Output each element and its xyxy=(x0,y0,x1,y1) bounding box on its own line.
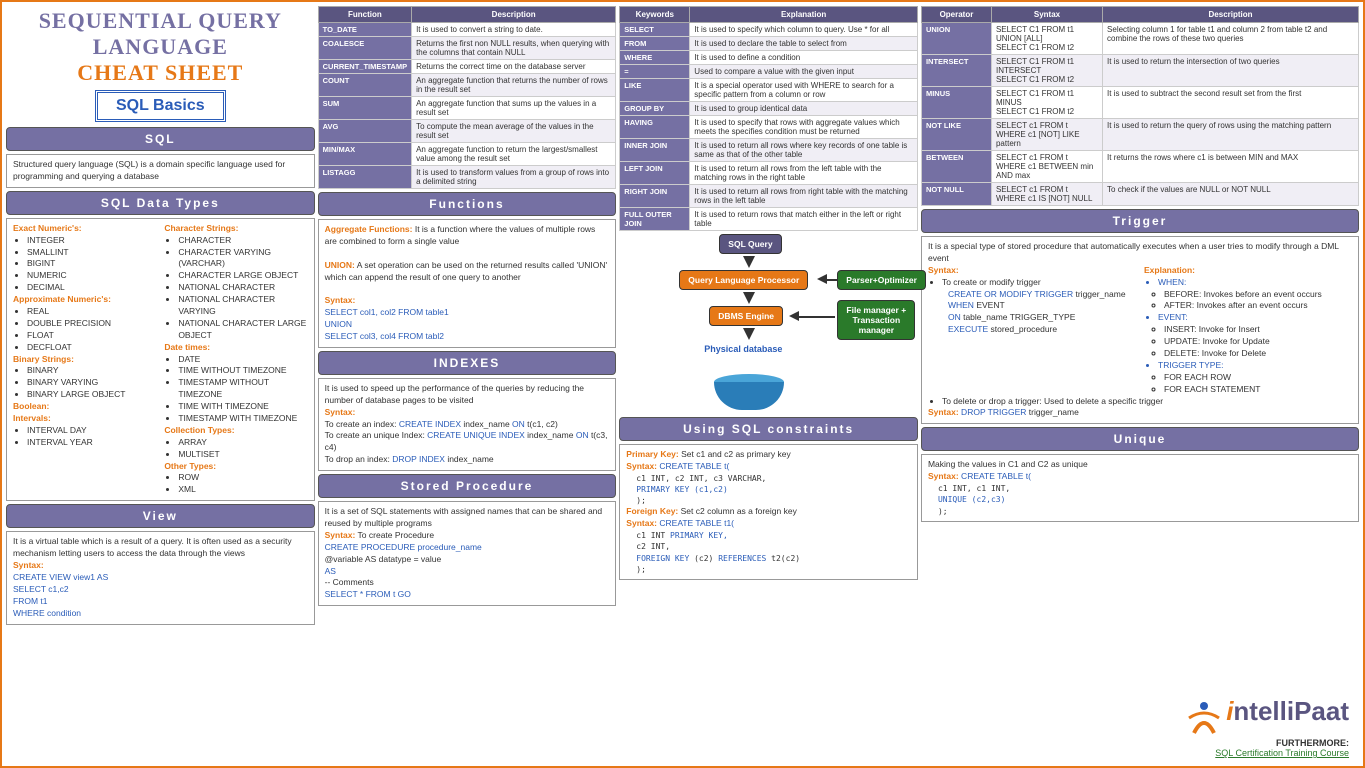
sql-body: Structured query language (SQL) is a dom… xyxy=(6,154,315,188)
constraints-body: Primary Key: Set c1 and c2 as primary ke… xyxy=(619,444,918,580)
course-link[interactable]: SQL Certification Training Course xyxy=(1215,748,1349,758)
unique-body: Making the values in C1 and C2 as unique… xyxy=(921,454,1359,521)
trigger-body: It is a special type of stored procedure… xyxy=(921,236,1359,424)
keywords-table: KeywordsExplanation SELECTIt is used to … xyxy=(619,6,918,231)
view-body: It is a virtual table which is a result … xyxy=(6,531,315,624)
title-cheat: CHEAT SHEET xyxy=(8,60,313,86)
stored-body: It is a set of SQL statements with assig… xyxy=(318,501,617,606)
logo-area: intelliPaat FURTHERMORE: SQL Certificati… xyxy=(921,692,1359,762)
datatypes-body: Exact Numeric's: INTEGERSMALLINTBIGINTNU… xyxy=(6,218,315,501)
sql-header: SQL xyxy=(6,127,315,151)
view-header: View xyxy=(6,504,315,528)
operators-table: OperatorSyntaxDescription UNIONSELECT C1… xyxy=(921,6,1359,206)
title-basics: SQL Basics xyxy=(95,90,226,122)
functions-body: Aggregate Functions: It is a function wh… xyxy=(318,219,617,348)
datatypes-header: SQL Data Types xyxy=(6,191,315,215)
title-line1: SEQUENTIAL QUERY xyxy=(8,8,313,34)
indexes-body: It is used to speed up the performance o… xyxy=(318,378,617,471)
constraints-header: Using SQL constraints xyxy=(619,417,918,441)
unique-header: Unique xyxy=(921,427,1359,451)
function-table: FunctionDescription TO_DATEIt is used to… xyxy=(318,6,617,189)
stored-header: Stored Procedure xyxy=(318,474,617,498)
trigger-header: Trigger xyxy=(921,209,1359,233)
indexes-header: INDEXES xyxy=(318,351,617,375)
functions-header: Functions xyxy=(318,192,617,216)
sql-diagram: SQL Query Query Language Processor Parse… xyxy=(619,234,918,414)
title-block: SEQUENTIAL QUERY LANGUAGE CHEAT SHEET SQ… xyxy=(6,6,315,124)
logo-icon xyxy=(1184,698,1224,738)
title-line2: LANGUAGE xyxy=(8,34,313,60)
